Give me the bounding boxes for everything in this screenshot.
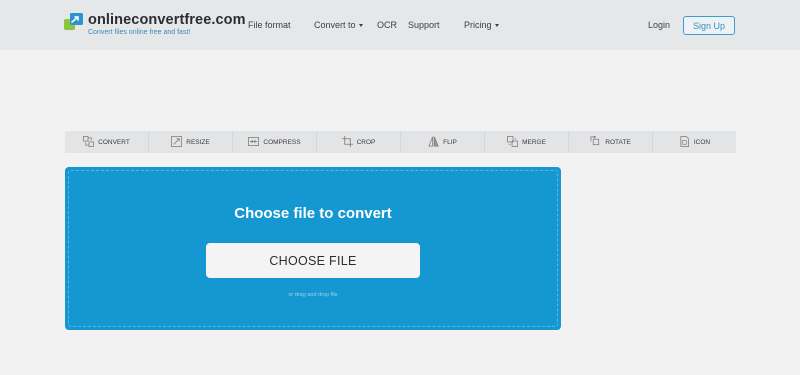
merge-icon	[507, 135, 518, 149]
upload-dropzone[interactable]: Choose file to convert CHOOSE FILE or dr…	[65, 167, 561, 330]
site-header: onlineconvertfree.com Convert files onli…	[0, 0, 800, 50]
signup-button[interactable]: Sign Up	[683, 16, 735, 35]
tab-flip[interactable]: FLIP	[401, 131, 485, 153]
tab-label: COMPRESS	[263, 138, 301, 146]
nav-convert-to-label: Convert to	[314, 20, 356, 30]
resize-icon	[171, 135, 183, 149]
choose-file-button[interactable]: CHOOSE FILE	[206, 243, 420, 278]
tool-tabs: CONVERT RESIZE COMPRESS CROP FLIP MERGE …	[65, 131, 736, 153]
tab-resize[interactable]: RESIZE	[149, 131, 233, 153]
tab-label: RESIZE	[186, 138, 210, 146]
nav-convert-to[interactable]: Convert to	[314, 20, 363, 30]
chevron-down-icon	[358, 24, 363, 27]
upload-title: Choose file to convert	[234, 205, 392, 222]
logo-name: onlineconvertfree.com	[88, 12, 246, 28]
tab-label: CONVERT	[98, 138, 130, 146]
tab-label: MERGE	[522, 138, 546, 146]
tab-merge[interactable]: MERGE	[485, 131, 569, 153]
compress-icon	[248, 136, 260, 149]
nav-ocr[interactable]: OCR	[377, 20, 397, 30]
nav-support[interactable]: Support	[408, 20, 440, 30]
tab-convert[interactable]: CONVERT	[65, 131, 149, 153]
convert-icon	[83, 135, 95, 149]
icon-icon	[679, 135, 690, 149]
flip-icon	[428, 135, 439, 149]
tab-label: ICON	[693, 138, 711, 146]
drag-drop-hint: or drag and drop file	[288, 292, 338, 298]
tab-crop[interactable]: CROP	[317, 131, 401, 153]
crop-icon	[341, 135, 353, 149]
logo-tagline: Convert files online free and fast!	[88, 29, 191, 36]
login-link[interactable]: Login	[648, 20, 670, 30]
tab-label: FLIP	[443, 138, 457, 146]
tab-icon[interactable]: ICON	[653, 131, 736, 153]
tab-rotate[interactable]: ROTATE	[569, 131, 653, 153]
chevron-down-icon	[494, 24, 499, 27]
tab-compress[interactable]: COMPRESS	[233, 131, 317, 153]
logo-icon	[64, 13, 84, 31]
nav-file-format[interactable]: File format	[248, 20, 291, 30]
rotate-icon	[590, 134, 601, 149]
nav-pricing[interactable]: Pricing	[464, 20, 499, 30]
tab-label: CROP	[356, 138, 376, 146]
tab-label: ROTATE	[605, 138, 631, 146]
nav-pricing-label: Pricing	[464, 20, 492, 30]
